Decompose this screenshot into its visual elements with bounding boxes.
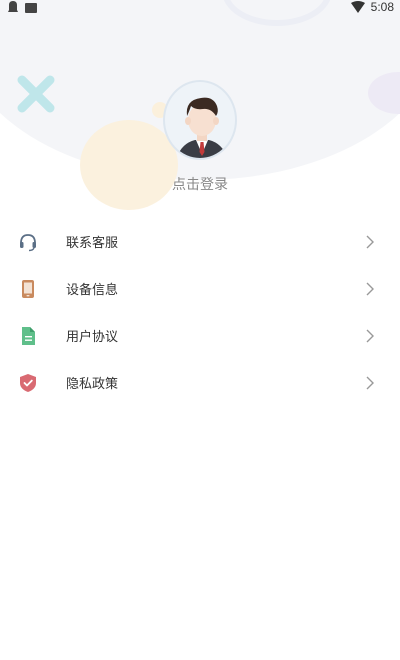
menu-item-privacy-policy[interactable]: 隐私政策 bbox=[0, 359, 400, 406]
chevron-right-icon bbox=[366, 329, 374, 343]
status-bar-system: 5:08 bbox=[350, 0, 394, 14]
document-icon bbox=[22, 327, 35, 345]
shield-icon bbox=[20, 374, 36, 392]
menu-item-label: 联系客服 bbox=[66, 236, 119, 251]
decorative-x-icon bbox=[17, 75, 55, 113]
screen: 5:08 点击登录 联系客服 设备信息 用户协议 隐私政策 bbox=[0, 0, 400, 660]
status-bar-notifications bbox=[7, 1, 37, 13]
chevron-right-icon bbox=[366, 282, 374, 296]
decorative-yellow-circle bbox=[80, 120, 178, 210]
menu-item-user-agreement[interactable]: 用户协议 bbox=[0, 312, 400, 359]
menu-item-customer-service[interactable]: 联系客服 bbox=[0, 218, 400, 265]
wifi-icon bbox=[350, 1, 365, 13]
menu-item-label: 用户协议 bbox=[66, 330, 119, 345]
menu-item-device-info[interactable]: 设备信息 bbox=[0, 265, 400, 312]
settings-menu: 联系客服 设备信息 用户协议 隐私政策 bbox=[0, 218, 400, 406]
chevron-right-icon bbox=[366, 235, 374, 249]
notification-app-icon bbox=[8, 1, 18, 12]
notification-box-icon bbox=[25, 2, 37, 13]
menu-item-label: 隐私政策 bbox=[66, 377, 119, 392]
avatar[interactable] bbox=[163, 80, 237, 160]
headset-icon bbox=[20, 234, 36, 252]
login-prompt[interactable]: 点击登录 bbox=[0, 174, 400, 194]
status-bar: 5:08 bbox=[0, 0, 400, 16]
menu-item-label: 设备信息 bbox=[66, 283, 119, 298]
status-time: 5:08 bbox=[370, 0, 394, 14]
phone-icon bbox=[22, 280, 34, 298]
chevron-right-icon bbox=[366, 376, 374, 390]
